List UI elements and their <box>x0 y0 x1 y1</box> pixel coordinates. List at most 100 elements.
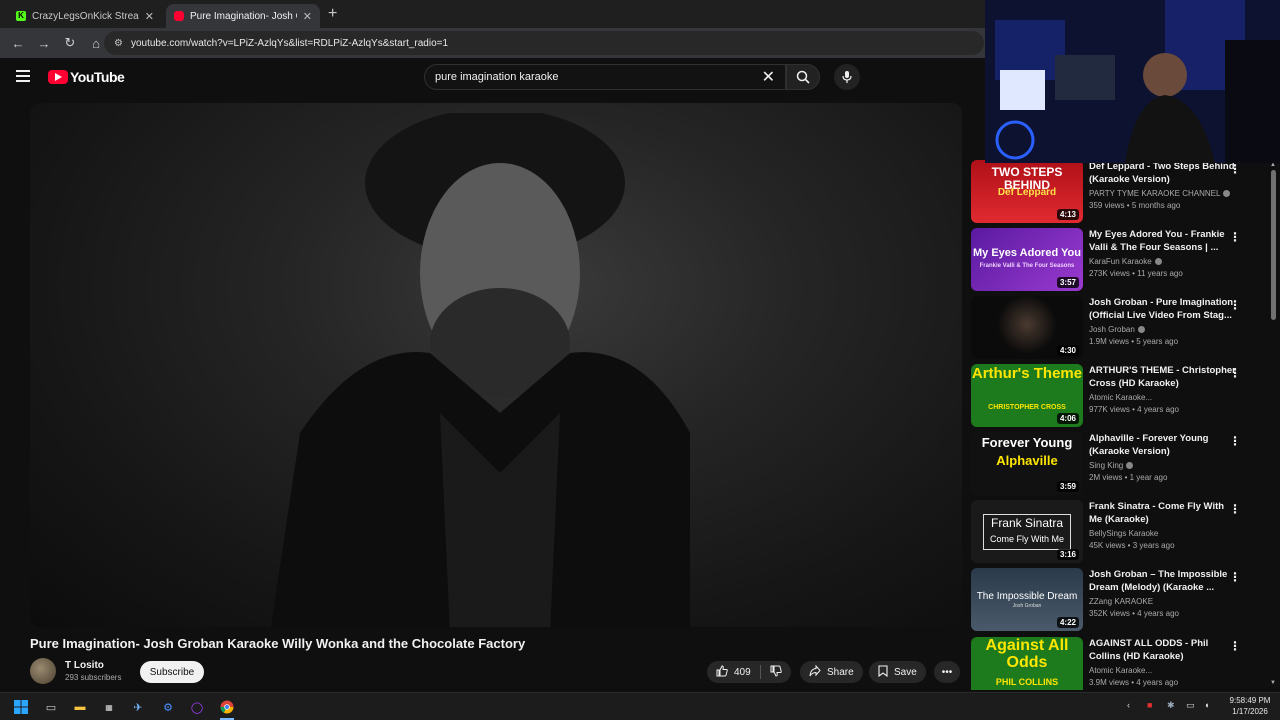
more-vertical-icon[interactable]: ⋮ <box>1229 230 1241 244</box>
channel-avatar[interactable] <box>30 658 56 684</box>
app-circle-icon[interactable]: ◯ <box>188 698 206 716</box>
list-item[interactable]: Arthur's Theme CHRISTOPHER CROSS 4:06 AR… <box>971 364 1271 428</box>
file-explorer-icon[interactable]: ▬ <box>71 698 89 716</box>
like-button[interactable] <box>716 664 728 680</box>
channel-name[interactable]: T Losito <box>65 660 121 671</box>
channel-name[interactable]: Sing King <box>1089 461 1123 470</box>
browser-tab-kick[interactable]: K CrazyLegsOnKick Stream - Wat ✕ <box>8 4 162 28</box>
video-duration: 4:13 <box>1056 209 1079 220</box>
video-thumbnail[interactable]: The Impossible Dream Josh Groban 4:22 <box>971 568 1083 631</box>
more-vertical-icon[interactable]: ⋮ <box>1229 639 1241 653</box>
channel-name[interactable]: ZZang KARAOKE <box>1089 597 1153 606</box>
channel-name[interactable]: PARTY TYME KARAOKE CHANNEL <box>1089 189 1220 198</box>
video-title[interactable]: Def Leppard - Two Steps Behind (Karaoke … <box>1089 160 1239 186</box>
close-tab-icon[interactable]: ✕ <box>145 10 154 23</box>
list-item[interactable]: 4:30 Josh Groban - Pure Imagination (Off… <box>971 296 1271 360</box>
youtube-header: YouTube pure imagination karaoke ✕ <box>0 58 985 98</box>
more-vertical-icon[interactable]: ⋮ <box>1229 570 1241 584</box>
list-item[interactable]: Forever Young Alphaville 3:59 Alphaville… <box>971 432 1271 496</box>
back-icon[interactable]: ← <box>6 36 30 51</box>
more-vertical-icon[interactable]: ⋮ <box>1229 298 1241 312</box>
dislike-button[interactable] <box>770 665 782 680</box>
clock-time: 9:58:49 PM <box>1229 696 1271 705</box>
video-thumbnail[interactable]: Frank Sinatra Come Fly With Me 3:16 <box>971 500 1083 563</box>
more-actions-button[interactable]: ••• <box>934 661 960 683</box>
windows-start-icon[interactable] <box>12 698 30 716</box>
video-stats: 45K views • 3 years ago <box>1089 541 1175 550</box>
menu-icon[interactable] <box>16 70 30 82</box>
tray-app-icon[interactable]: ■ <box>1147 700 1152 710</box>
site-info-icon[interactable]: ⚙ <box>114 38 123 49</box>
video-stats: 2M views • 1 year ago <box>1089 473 1168 482</box>
address-bar[interactable]: ⚙ youtube.com/watch?v=LPiZ-AzlqYs&list=R… <box>104 31 984 55</box>
share-label: Share <box>827 666 854 678</box>
volume-icon[interactable]: ◖ <box>1204 700 1209 710</box>
share-button[interactable]: Share <box>800 661 863 683</box>
chrome-icon[interactable] <box>218 698 236 716</box>
search-input[interactable]: pure imagination karaoke ✕ <box>424 64 786 90</box>
thumb-text: Arthur's Theme <box>971 365 1083 382</box>
video-duration: 3:57 <box>1056 277 1079 288</box>
display-icon[interactable]: ▭ <box>1186 700 1195 711</box>
video-thumbnail[interactable]: Against All Odds PHIL COLLINS <box>971 637 1083 690</box>
list-item[interactable]: Frank Sinatra Come Fly With Me 3:16 Fran… <box>971 500 1271 564</box>
more-vertical-icon[interactable]: ⋮ <box>1229 502 1241 516</box>
new-tab-icon[interactable]: + <box>328 5 337 23</box>
video-title[interactable]: Frank Sinatra - Come Fly With Me (Karaok… <box>1089 500 1239 526</box>
thumb-text: Forever Young <box>981 435 1073 450</box>
channel-name[interactable]: Josh Groban <box>1089 325 1135 334</box>
list-item[interactable]: Against All Odds PHIL COLLINS AGAINST AL… <box>971 637 1271 690</box>
obs-icon[interactable]: ▦ <box>100 698 118 716</box>
reload-icon[interactable]: ↻ <box>58 35 82 51</box>
list-item[interactable]: My Eyes Adored You Frankie Valli & The F… <box>971 228 1271 292</box>
task-view-icon[interactable]: ▭ <box>42 698 60 716</box>
video-thumbnail[interactable]: My Eyes Adored You Frankie Valli & The F… <box>971 228 1083 291</box>
app-icon[interactable]: ⚙ <box>159 698 177 716</box>
close-tab-icon[interactable]: ✕ <box>303 10 312 23</box>
scrollbar-thumb[interactable] <box>1271 170 1276 320</box>
youtube-logo[interactable]: YouTube <box>48 69 125 85</box>
video-thumbnail[interactable]: Forever Young Alphaville 3:59 <box>971 432 1083 495</box>
list-item[interactable]: The Impossible Dream Josh Groban 4:22 Jo… <box>971 568 1271 632</box>
tray-chevron-icon[interactable]: ‹ <box>1127 700 1130 710</box>
bluetooth-icon[interactable]: ✱ <box>1167 700 1175 711</box>
voice-search-button[interactable] <box>834 64 860 90</box>
channel-name[interactable]: Atomic Karaoke... <box>1089 393 1152 402</box>
video-title[interactable]: My Eyes Adored You - Frankie Valli & The… <box>1089 228 1239 254</box>
subscribe-button[interactable]: Subscribe <box>140 661 204 683</box>
steam-icon[interactable]: ✈ <box>129 698 147 716</box>
clear-search-icon[interactable]: ✕ <box>762 67 775 87</box>
more-vertical-icon[interactable]: ⋮ <box>1229 162 1241 176</box>
thumb-subtext: CHRISTOPHER CROSS <box>988 404 1066 411</box>
like-dislike-group: 409 <box>707 661 791 683</box>
video-thumbnail[interactable]: TWO STEPS BEHIND Def Leppard 4:13 <box>971 160 1083 223</box>
taskbar-clock[interactable]: 9:58:49 PM 1/17/2026 <box>1222 695 1278 717</box>
video-title[interactable]: Josh Groban – The Impossible Dream (Melo… <box>1089 568 1239 594</box>
more-vertical-icon[interactable]: ⋮ <box>1229 366 1241 380</box>
save-button[interactable]: Save <box>869 661 926 683</box>
video-title[interactable]: Alphaville - Forever Young (Karaoke Vers… <box>1089 432 1239 458</box>
channel-name[interactable]: KaraFun Karaoke <box>1089 257 1152 266</box>
more-vertical-icon[interactable]: ⋮ <box>1229 434 1241 448</box>
youtube-play-icon <box>48 70 68 84</box>
list-item[interactable]: TWO STEPS BEHIND Def Leppard 4:13 Def Le… <box>971 160 1271 224</box>
search-button[interactable] <box>786 64 820 90</box>
channel-name[interactable]: BellySings Karaoke <box>1089 529 1158 538</box>
bookmark-icon <box>878 664 888 680</box>
video-player[interactable] <box>30 103 962 627</box>
video-title[interactable]: Josh Groban - Pure Imagination (Official… <box>1089 296 1239 322</box>
channel-name[interactable]: Atomic Karaoke... <box>1089 666 1152 675</box>
browser-tab-youtube[interactable]: Pure Imagination- Josh Groban ✕ <box>166 4 320 28</box>
sidebar-scrollbar[interactable]: ▲ ▼ <box>1270 162 1276 686</box>
video-title[interactable]: ARTHUR'S THEME - Christopher Cross (HD K… <box>1089 364 1239 390</box>
video-thumbnail[interactable]: Arthur's Theme CHRISTOPHER CROSS 4:06 <box>971 364 1083 427</box>
scroll-down-icon[interactable]: ▼ <box>1270 680 1276 686</box>
channel-info: T Losito 293 subscribers <box>30 658 121 684</box>
video-stats: 977K views • 4 years ago <box>1089 405 1179 414</box>
video-title[interactable]: AGAINST ALL ODDS - Phil Collins (HD Kara… <box>1089 637 1239 663</box>
video-thumbnail[interactable]: 4:30 <box>971 296 1083 359</box>
video-stats: 1.9M views • 5 years ago <box>1089 337 1179 346</box>
thumb-subtext: Come Fly With Me <box>989 534 1064 544</box>
forward-icon[interactable]: → <box>32 36 56 51</box>
webcam-scene-image <box>985 0 1280 163</box>
